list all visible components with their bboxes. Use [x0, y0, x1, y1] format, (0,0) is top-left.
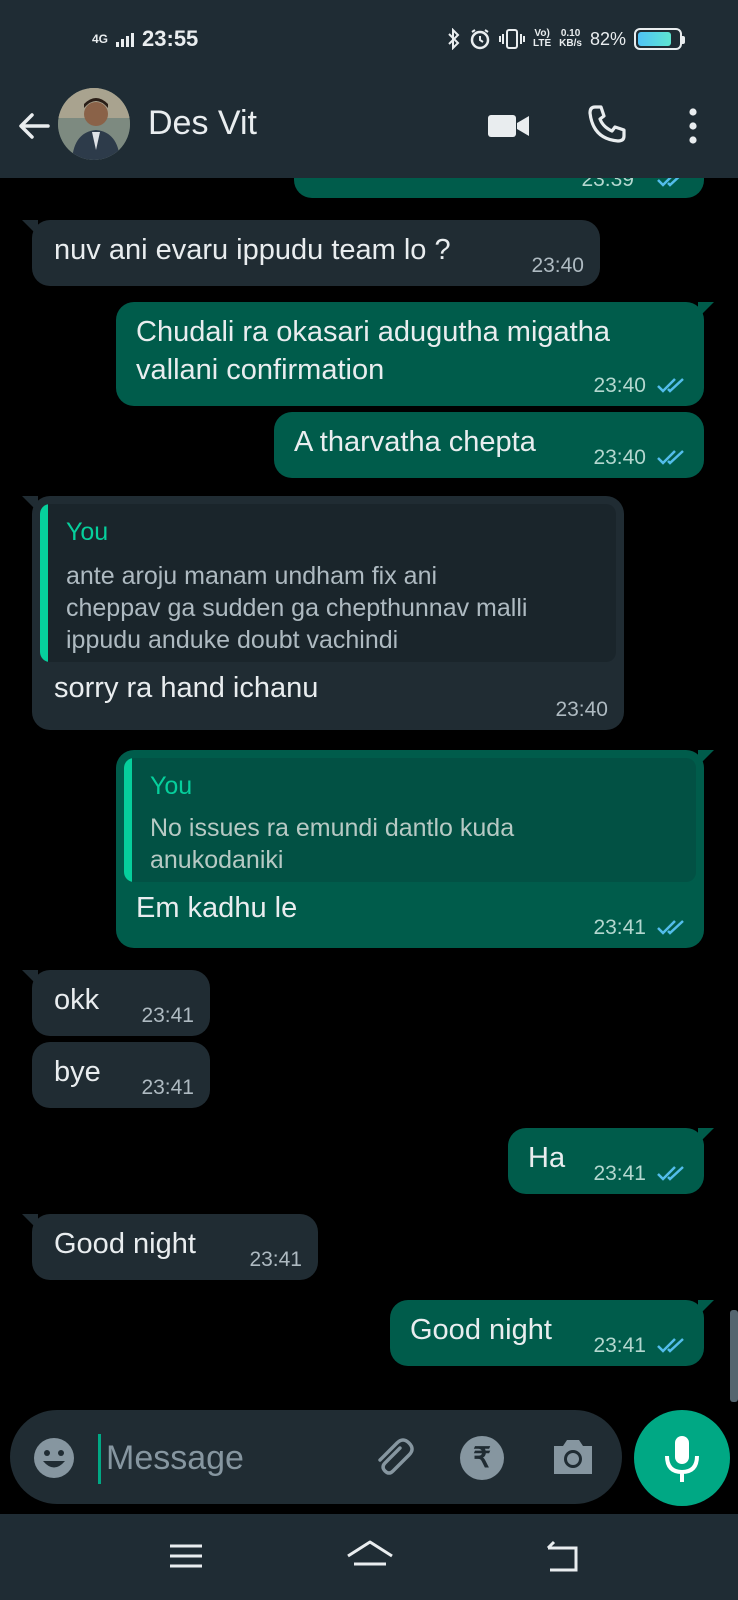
battery-icon	[634, 28, 685, 50]
message-text: Good night	[410, 1314, 552, 1346]
message-time: 23:40	[531, 254, 584, 277]
status-right: Vo) LTE 0.10 KB/s 82%	[447, 28, 685, 50]
quote-text-line: cheppav ga sudden ga chepthunnav malli	[66, 594, 528, 622]
message-time: 23:41	[141, 1076, 194, 1099]
bubble-tail	[22, 1214, 38, 1230]
message-text: okk	[54, 984, 100, 1016]
message-bubble-outgoing[interactable]: 23:39	[294, 178, 704, 198]
alarm-icon	[470, 29, 490, 50]
emoji-icon[interactable]	[32, 1436, 76, 1480]
back-icon[interactable]	[540, 1534, 584, 1578]
system-nav-bar	[0, 1514, 738, 1600]
paperclip-icon[interactable]	[370, 1434, 416, 1480]
quoted-message[interactable]: You No issues ra emundi dantlo kuda anuk…	[124, 758, 696, 882]
message-input[interactable]	[106, 1430, 356, 1486]
read-receipt-icon	[657, 378, 684, 393]
quote-author: You	[150, 772, 193, 800]
quote-bar	[40, 504, 48, 662]
message-bubble-incoming[interactable]: Good night 23:41	[22, 1214, 318, 1280]
scrollbar-thumb[interactable]	[730, 1310, 738, 1402]
rupee-icon[interactable]: ₹	[460, 1436, 504, 1480]
quote-bar	[124, 758, 132, 882]
message-bubble-incoming[interactable]: okk 23:41	[22, 970, 210, 1036]
video-camera-icon[interactable]	[486, 106, 532, 146]
quote-text-line: ante aroju manam undham fix ani	[66, 562, 438, 590]
arrow-left-icon[interactable]	[14, 106, 54, 146]
quoted-message[interactable]: You ante aroju manam undham fix ani chep…	[40, 504, 616, 662]
read-receipt-icon	[657, 1166, 684, 1181]
quote-text-line: anukodaniki	[150, 846, 284, 874]
network-speed: 0.10 KB/s	[559, 29, 582, 49]
message-bubble-outgoing[interactable]: You No issues ra emundi dantlo kuda anuk…	[116, 750, 714, 948]
bubble-tail	[698, 302, 714, 318]
read-receipt-icon	[657, 920, 684, 935]
message-text: sorry ra hand ichanu	[54, 672, 319, 704]
bubble-tail	[22, 970, 38, 986]
message-text: Ha	[528, 1142, 566, 1174]
lte-label: LTE	[533, 38, 552, 49]
message-bubble-incoming[interactable]: You ante aroju manam undham fix ani chep…	[22, 496, 624, 730]
battery-percent: 82%	[589, 28, 626, 49]
avatar-image	[58, 88, 130, 160]
message-time: 23:40	[555, 698, 608, 721]
camera-icon[interactable]	[550, 1436, 596, 1478]
status-bar: 4G 23:55 Vo) LTE 0.10 KB/s 82%	[0, 0, 738, 82]
bubble-tail	[698, 750, 714, 766]
message-bubble-outgoing[interactable]: A tharvatha chepta 23:40	[274, 412, 704, 478]
status-time: 23:55	[142, 26, 199, 51]
message-time: 23:41	[593, 1162, 646, 1185]
battery-fill	[638, 32, 671, 46]
avatar[interactable]	[58, 88, 130, 160]
message-composer: ₹	[10, 1410, 622, 1504]
status-left: 4G 23:55	[92, 26, 198, 52]
vibrate-icon	[499, 29, 526, 49]
message-text-line: Chudali ra okasari adugutha migatha	[136, 316, 610, 348]
phone-icon[interactable]	[585, 102, 629, 146]
bubble-tail	[698, 1300, 714, 1316]
message-time: 23:41	[249, 1248, 302, 1271]
network-indicator: 4G	[92, 31, 109, 46]
message-text: Good night	[54, 1228, 196, 1260]
message-time: 23:40	[593, 446, 646, 469]
read-receipt-icon	[657, 450, 684, 465]
message-time: 23:39	[581, 178, 634, 191]
menu-icon[interactable]	[164, 1536, 208, 1576]
home-icon[interactable]	[344, 1534, 396, 1578]
message-time: 23:41	[593, 916, 646, 939]
bluetooth-icon	[448, 28, 460, 50]
chat-area[interactable]: 23:39 nuv ani evaru ippudu team lo ? 23:…	[0, 178, 738, 1398]
message-time: 23:40	[593, 374, 646, 397]
contact-name[interactable]: Des Vit	[148, 104, 257, 143]
message-bubble-outgoing[interactable]: Ha 23:41	[508, 1128, 714, 1194]
message-time: 23:41	[141, 1004, 194, 1027]
message-bubble-outgoing[interactable]: Good night 23:41	[390, 1300, 714, 1366]
quote-text-line: No issues ra emundi dantlo kuda	[150, 814, 515, 842]
quote-author: You	[66, 518, 109, 546]
message-bubble-outgoing[interactable]: Chudali ra okasari adugutha migatha vall…	[116, 302, 714, 406]
message-text: nuv ani evaru ippudu team lo ?	[54, 234, 451, 266]
message-bubble-incoming[interactable]: bye 23:41	[32, 1042, 210, 1108]
speed-unit: KB/s	[559, 38, 582, 49]
microphone-icon	[665, 1436, 699, 1482]
bubble-tail	[22, 220, 38, 236]
volte-indicator: Vo) LTE	[533, 29, 551, 49]
read-receipt-icon	[657, 1338, 684, 1353]
message-time: 23:41	[593, 1334, 646, 1357]
message-bubble-incoming[interactable]: nuv ani evaru ippudu team lo ? 23:40	[22, 220, 600, 286]
more-vertical-icon[interactable]	[678, 104, 708, 148]
microphone-button[interactable]	[634, 1410, 730, 1506]
signal-icon	[116, 31, 135, 47]
text-cursor	[98, 1434, 101, 1484]
bubble-tail	[22, 496, 38, 512]
message-text: bye	[54, 1056, 101, 1088]
quote-text-line: ippudu anduke doubt vachindi	[66, 626, 399, 654]
chat-header: Des Vit	[0, 82, 738, 178]
message-text: A tharvatha chepta	[294, 426, 536, 458]
network-type: 4G	[92, 31, 109, 46]
read-receipt-icon	[657, 178, 680, 187]
message-text: Em kadhu le	[136, 892, 298, 924]
message-text-line: vallani confirmation	[136, 354, 385, 386]
bubble-tail	[698, 1128, 714, 1144]
